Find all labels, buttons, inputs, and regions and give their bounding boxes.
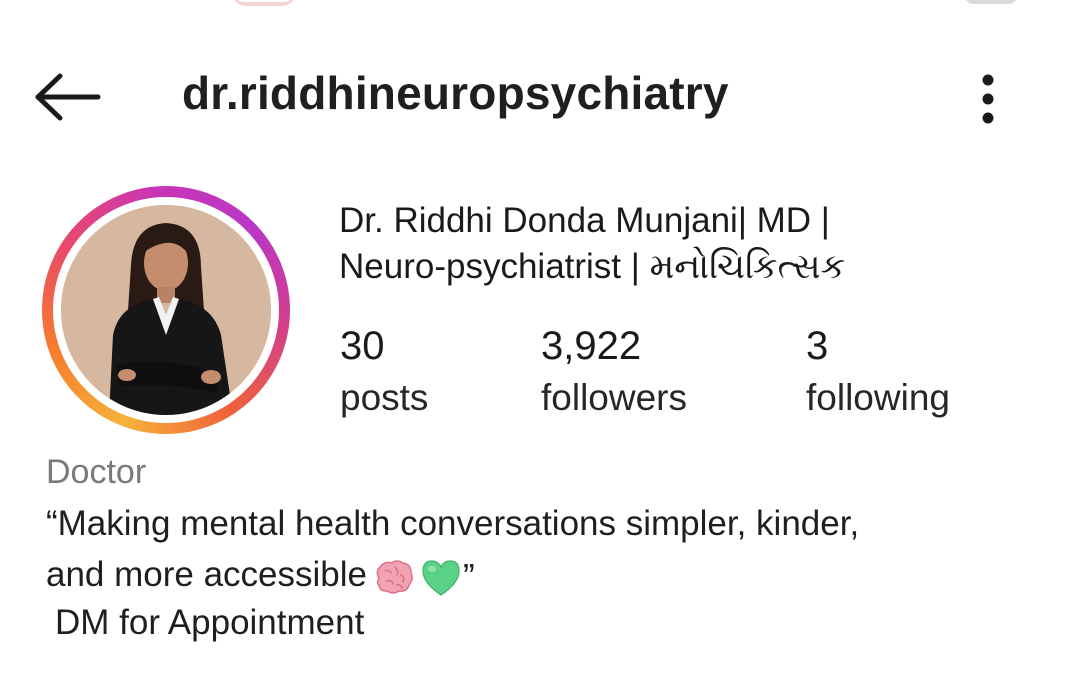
bio-close-quote: ” — [463, 557, 475, 597]
status-bar-fragment — [232, 0, 296, 6]
story-ring[interactable] — [42, 186, 290, 434]
followers-stat[interactable]: 3,922 followers — [541, 320, 687, 424]
profile-header: dr.riddhineuropsychiatry — [0, 60, 1080, 134]
profile-display-name: Dr. Riddhi Donda Munjani| MD | Neuro-psy… — [339, 198, 1059, 290]
bio-line-1: “Making mental health conversations simp… — [46, 504, 860, 543]
bio-cta: DM for Appointment — [55, 603, 365, 642]
avatar — [61, 205, 271, 415]
following-label: following — [806, 377, 950, 418]
following-count: 3 — [806, 324, 829, 368]
posts-count: 30 — [340, 324, 385, 368]
green-heart-icon — [422, 560, 460, 596]
following-stat[interactable]: 3 following — [806, 320, 950, 424]
followers-label: followers — [541, 377, 687, 418]
arrow-left-icon[interactable] — [30, 72, 104, 122]
profile-name-line-2: Neuro-psychiatrist | મનોચિકિત્સક — [339, 247, 846, 286]
profile-page: dr.riddhineuropsychiatry Dr. Riddhi Dond… — [0, 0, 1080, 677]
posts-label: posts — [340, 377, 429, 418]
profile-bio: “Making mental health conversations simp… — [46, 498, 1066, 602]
bio-line-2-text: and more accessible — [46, 555, 367, 594]
avatar-portrait — [61, 205, 271, 415]
more-vertical-icon[interactable] — [968, 68, 1008, 128]
profile-name-line-1: Dr. Riddhi Donda Munjani| MD | — [339, 201, 830, 240]
posts-stat[interactable]: 30 posts — [340, 320, 428, 424]
status-bar-fragment — [964, 0, 1018, 4]
profile-username: dr.riddhineuropsychiatry — [182, 67, 729, 119]
profile-category: Doctor — [46, 453, 147, 491]
brain-icon — [376, 560, 413, 594]
bio-line-2: and more accessible ” — [46, 549, 1066, 602]
followers-count: 3,922 — [541, 324, 642, 368]
